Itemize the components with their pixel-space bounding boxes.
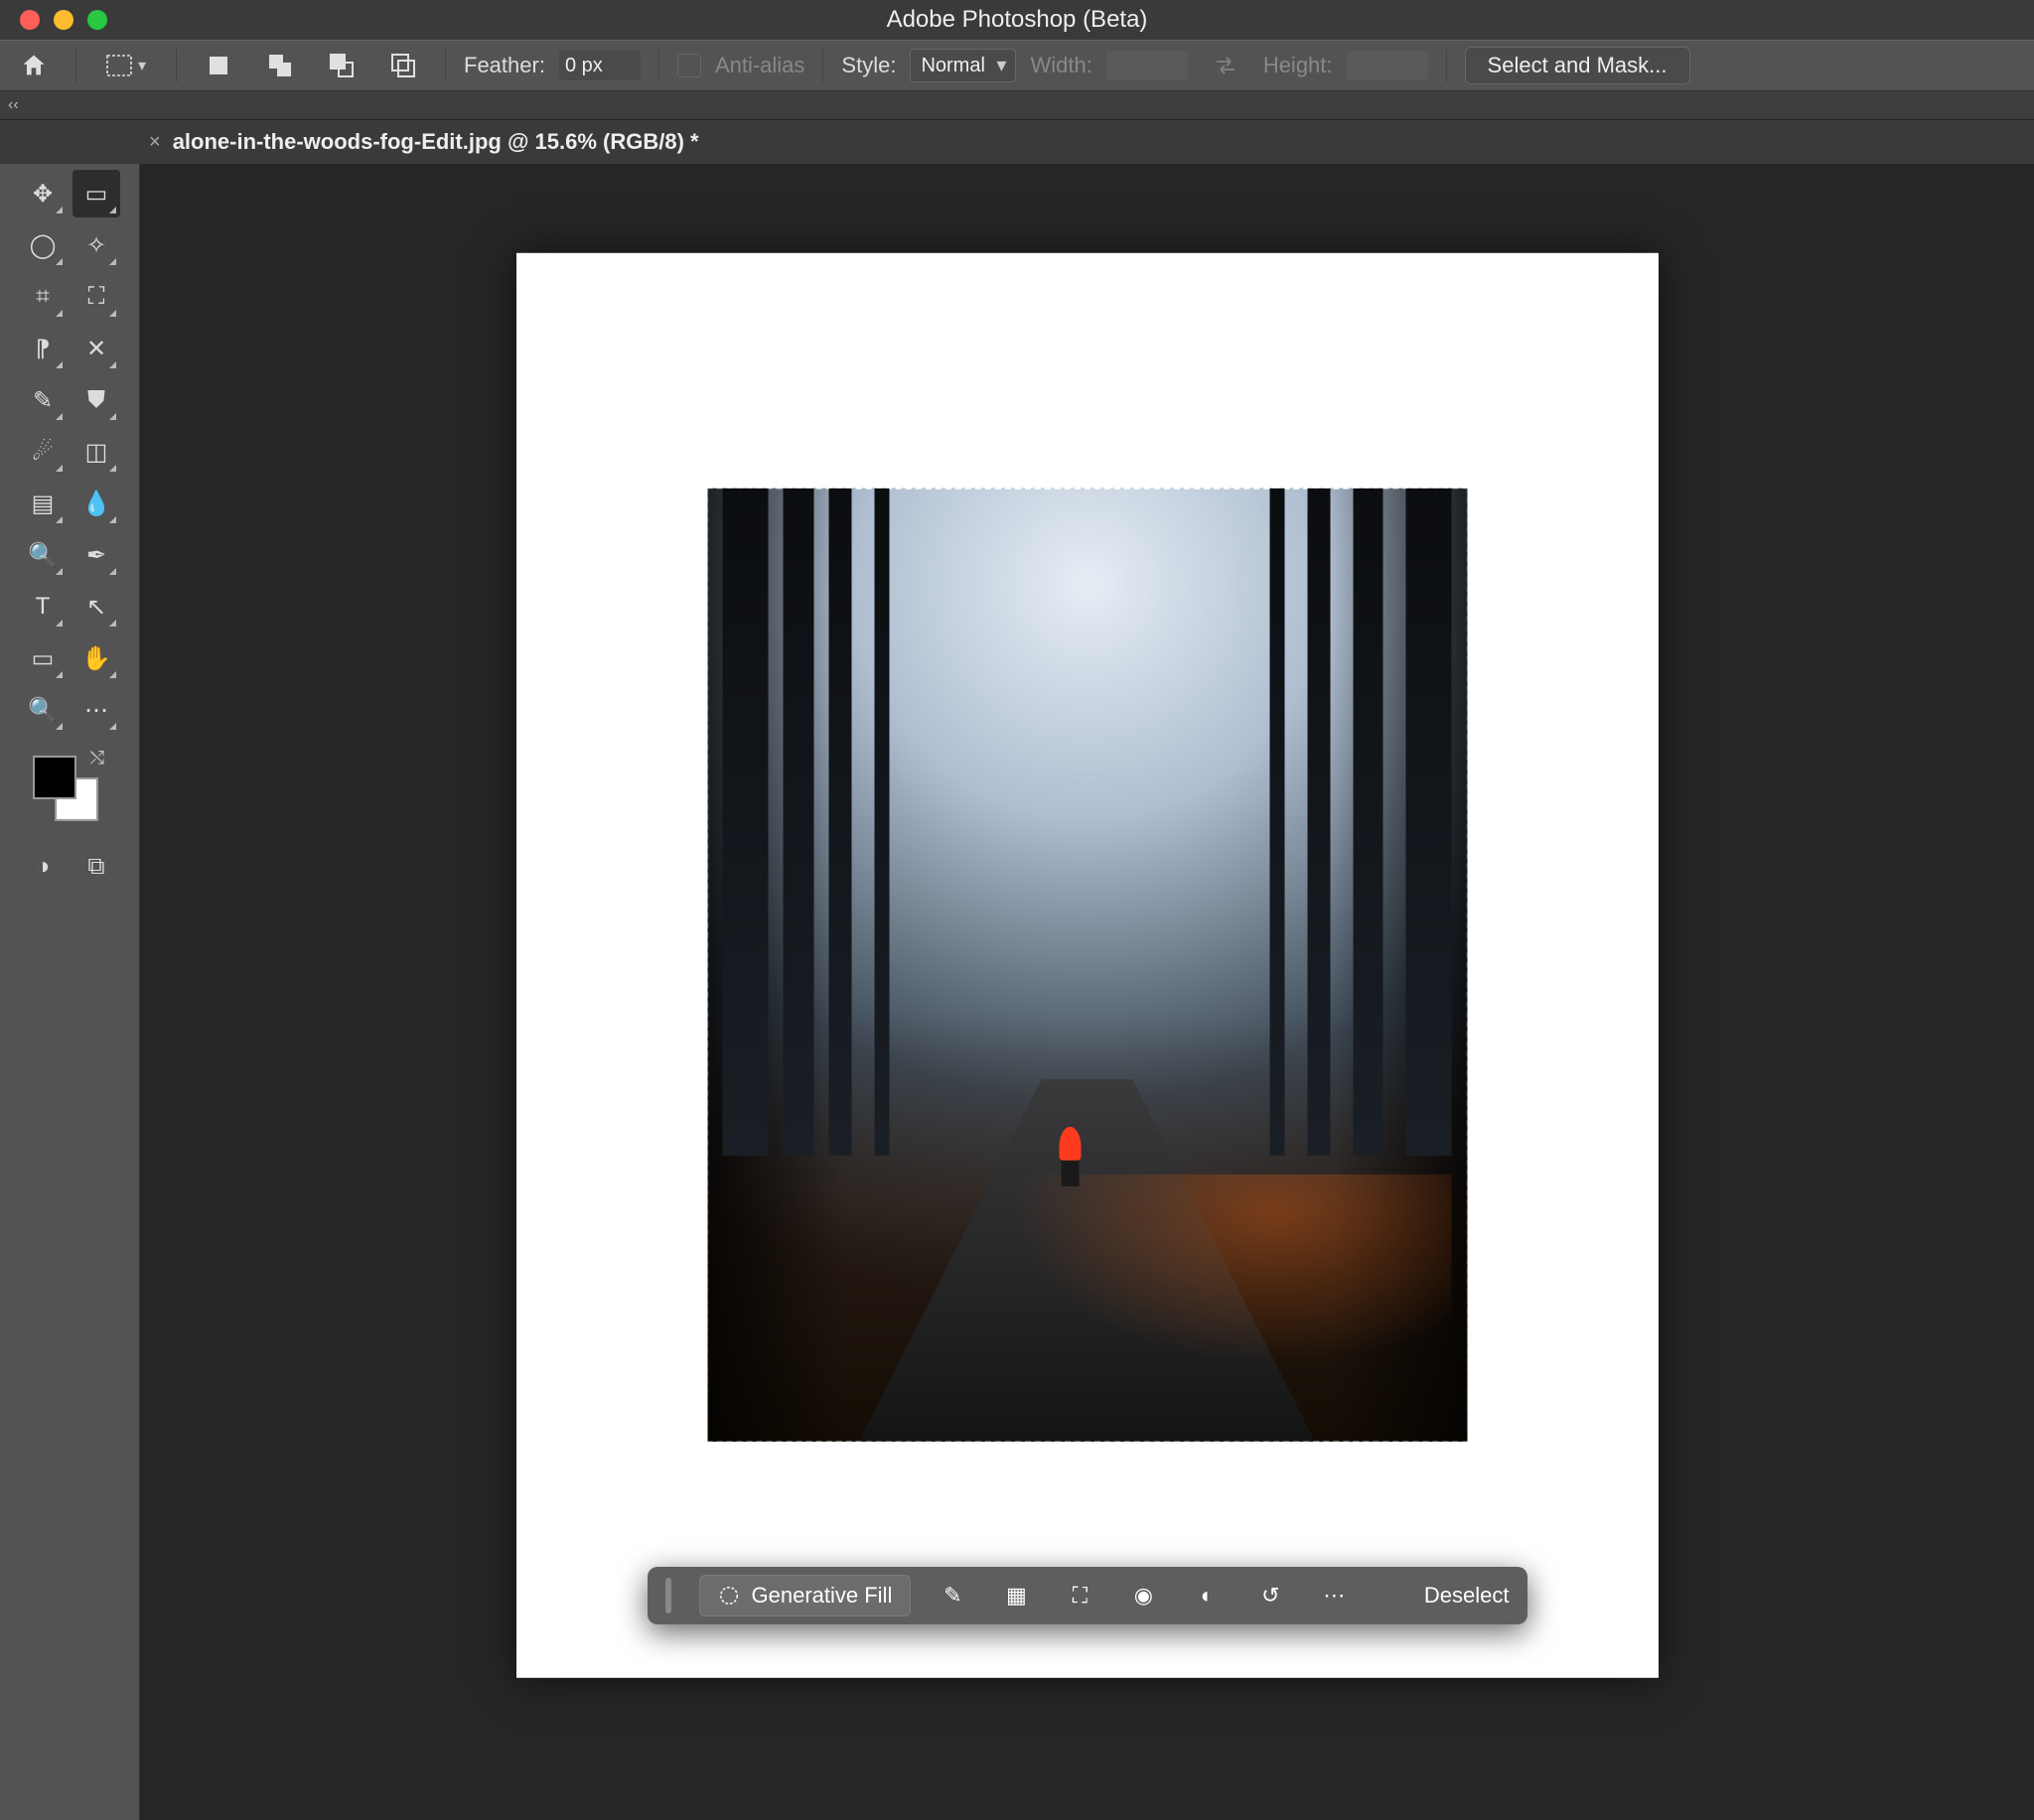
add-selection-icon[interactable] [256,46,304,85]
document-tab-title: alone-in-the-woods-fog-Edit.jpg @ 15.6% … [173,129,699,155]
dodge-tool[interactable]: 🔍 [19,531,67,579]
select-and-mask-button[interactable]: Select and Mask... [1465,47,1690,84]
quick-mask[interactable]: ◑ [19,843,67,891]
width-input [1106,51,1188,80]
fill-icon[interactable]: ◉ [1125,1578,1161,1613]
swap-dims-icon [1202,46,1249,85]
type-tool[interactable]: T [19,583,67,630]
maximize-window-icon[interactable] [87,10,107,30]
app-title: Adobe Photoshop (Beta) [887,6,1148,34]
color-swatches[interactable]: ⤭ [25,748,114,827]
transform-icon[interactable]: ⛶ [1062,1578,1097,1613]
feather-input[interactable] [559,51,641,80]
path-select-tool[interactable]: ↖ [73,583,120,630]
person-figure [1057,1127,1085,1187]
screen-mode[interactable]: ⧉ [73,843,120,891]
separator [658,49,659,82]
flip-icon[interactable]: ↺ [1252,1578,1288,1613]
zoom-tool[interactable]: 🔍 [19,686,67,734]
document-canvas[interactable] [516,252,1659,1677]
drag-handle-icon[interactable] [665,1578,671,1613]
feather-label: Feather: [464,53,545,78]
separator [822,49,823,82]
swap-colors-icon[interactable]: ⤭ [90,748,104,769]
new-selection-icon[interactable] [195,46,242,85]
eyedropper-tool[interactable]: ⁋ [19,325,67,372]
style-select[interactable]: Normal [910,49,1016,82]
hand-tool[interactable]: ✋ [73,634,120,682]
home-button[interactable] [10,46,58,85]
height-input [1347,51,1428,80]
close-window-icon[interactable] [20,10,40,30]
pen-tool[interactable]: ✒ [73,531,120,579]
minimize-window-icon[interactable] [54,10,73,30]
antialias-checkbox [677,54,701,77]
canvas-area[interactable]: Generative Fill ✎ ▦ ⛶ ◉ ◐ ↺ ⋯ Deselect [140,164,2034,1820]
subtract-selection-icon[interactable] [318,46,365,85]
foreground-color[interactable] [33,756,76,799]
image-selection[interactable] [707,489,1467,1442]
marquee-tool[interactable]: ▭ [73,170,120,217]
stamp-tool[interactable]: ⛊ [73,376,120,424]
separator [1446,49,1447,82]
more-tools[interactable]: ⋯ [73,686,120,734]
titlebar: Adobe Photoshop (Beta) [0,0,2034,40]
intersect-selection-icon[interactable] [379,46,427,85]
generative-fill-label: Generative Fill [752,1583,893,1609]
separator [75,49,76,82]
style-label: Style: [841,53,896,78]
lasso-tool[interactable]: ◯ [19,221,67,269]
contextual-task-bar[interactable]: Generative Fill ✎ ▦ ⛶ ◉ ◐ ↺ ⋯ Deselect [648,1567,1527,1624]
move-tool[interactable]: ✥ [19,170,67,217]
gradient-tool[interactable]: ▤ [19,480,67,527]
frame-tool[interactable]: ⛶ [73,273,120,321]
separator [445,49,446,82]
brush-tool[interactable]: ✎ [19,376,67,424]
magic-wand-tool[interactable]: ✧ [73,221,120,269]
close-tab-icon[interactable]: × [149,131,161,154]
shape-tool[interactable]: ▭ [19,634,67,682]
eraser-tool[interactable]: ◫ [73,428,120,476]
adjustment-icon[interactable]: ◐ [1189,1578,1225,1613]
remove-bg-icon[interactable]: ▦ [998,1578,1034,1613]
document-tab[interactable]: × alone-in-the-woods-fog-Edit.jpg @ 15.6… [149,129,699,155]
window-controls [20,10,107,30]
tool-preset-button[interactable]: ▾ [94,46,158,85]
panel-collapse-strip[interactable]: ‹‹ [0,91,2034,120]
toolbox: ✥▭◯✧⌗⛶⁋✕✎⛊☄◫▤💧🔍✒T↖▭✋🔍⋯⤭◑⧉ [0,164,140,1820]
crop-tool[interactable]: ⌗ [19,273,67,321]
document-tab-bar: × alone-in-the-woods-fog-Edit.jpg @ 15.6… [0,120,2034,164]
antialias-label: Anti-alias [715,53,804,78]
more-icon[interactable]: ⋯ [1316,1578,1352,1613]
patch-tool[interactable]: ✕ [73,325,120,372]
separator [176,49,177,82]
options-bar: ▾ Feather: Anti-alias Style: Normal Widt… [0,40,2034,91]
collapse-icon: ‹‹ [8,96,19,114]
height-label: Height: [1263,53,1333,78]
deselect-button[interactable]: Deselect [1424,1583,1510,1609]
width-label: Width: [1030,53,1091,78]
blur-tool[interactable]: 💧 [73,480,120,527]
history-brush-tool[interactable]: ☄ [19,428,67,476]
generative-fill-button[interactable]: Generative Fill [699,1575,912,1616]
select-subject-icon[interactable]: ✎ [935,1578,970,1613]
